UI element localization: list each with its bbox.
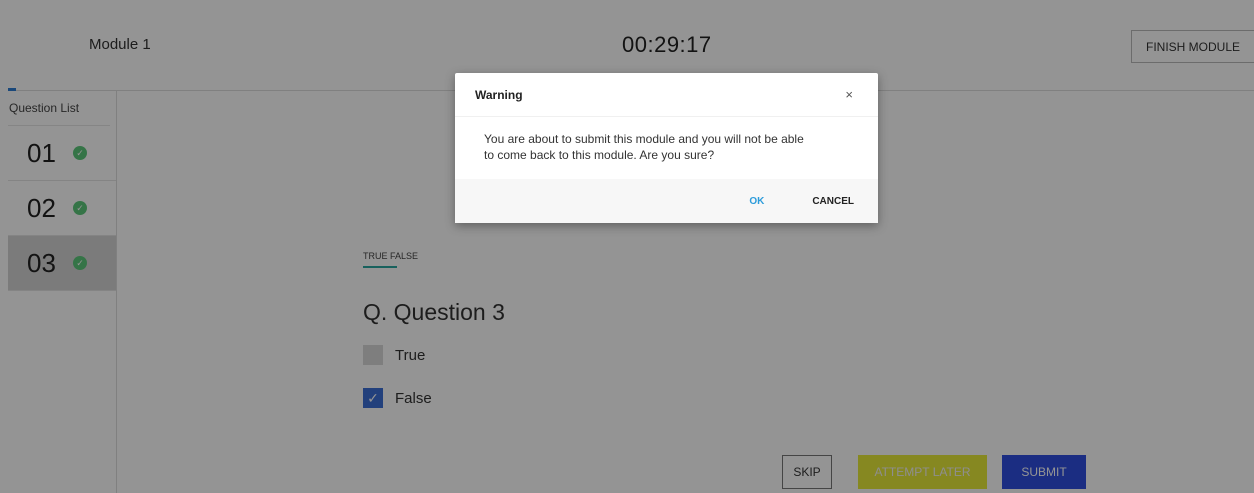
dialog-message: You are about to submit this module and …: [455, 117, 878, 179]
dialog-message-line: to come back to this module. Are you sur…: [484, 148, 715, 162]
close-icon[interactable]: ×: [845, 87, 853, 102]
dialog-footer: OK CANCEL: [455, 179, 878, 223]
dialog-title: Warning: [475, 87, 523, 102]
cancel-button[interactable]: CANCEL: [812, 196, 854, 207]
ok-button[interactable]: OK: [749, 196, 764, 207]
dialog-header: Warning ×: [455, 73, 878, 117]
warning-dialog: Warning × You are about to submit this m…: [455, 73, 878, 223]
dialog-message-line: You are about to submit this module and …: [484, 132, 804, 146]
